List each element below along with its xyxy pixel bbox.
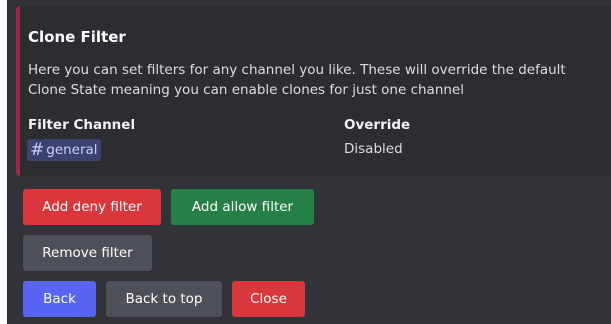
close-button[interactable]: Close	[232, 281, 305, 317]
embed-description-line: Here you can set filters for any channel…	[28, 62, 566, 78]
channel-mention-label: general	[46, 142, 98, 158]
add-allow-filter-button[interactable]: Add allow filter	[171, 189, 314, 225]
back-button[interactable]: Back	[23, 281, 96, 317]
add-deny-filter-button[interactable]: Add deny filter	[23, 189, 161, 225]
channel-hash-icon: #	[30, 140, 45, 160]
override-field-value: Disabled	[344, 141, 403, 157]
channel-mention[interactable]: # general	[27, 139, 101, 161]
message-area: Clone Filter Here you can set filters fo…	[7, 0, 611, 324]
embed-description-line: Clone State meaning you can enable clone…	[28, 82, 464, 98]
override-field-name: Override	[344, 117, 411, 133]
embed-description: Here you can set filters for any channel…	[28, 60, 588, 100]
back-to-top-button[interactable]: Back to top	[106, 281, 222, 317]
remove-filter-button[interactable]: Remove filter	[23, 235, 152, 271]
embed-title: Clone Filter	[28, 28, 126, 46]
filter-channel-field-name: Filter Channel	[28, 117, 136, 133]
